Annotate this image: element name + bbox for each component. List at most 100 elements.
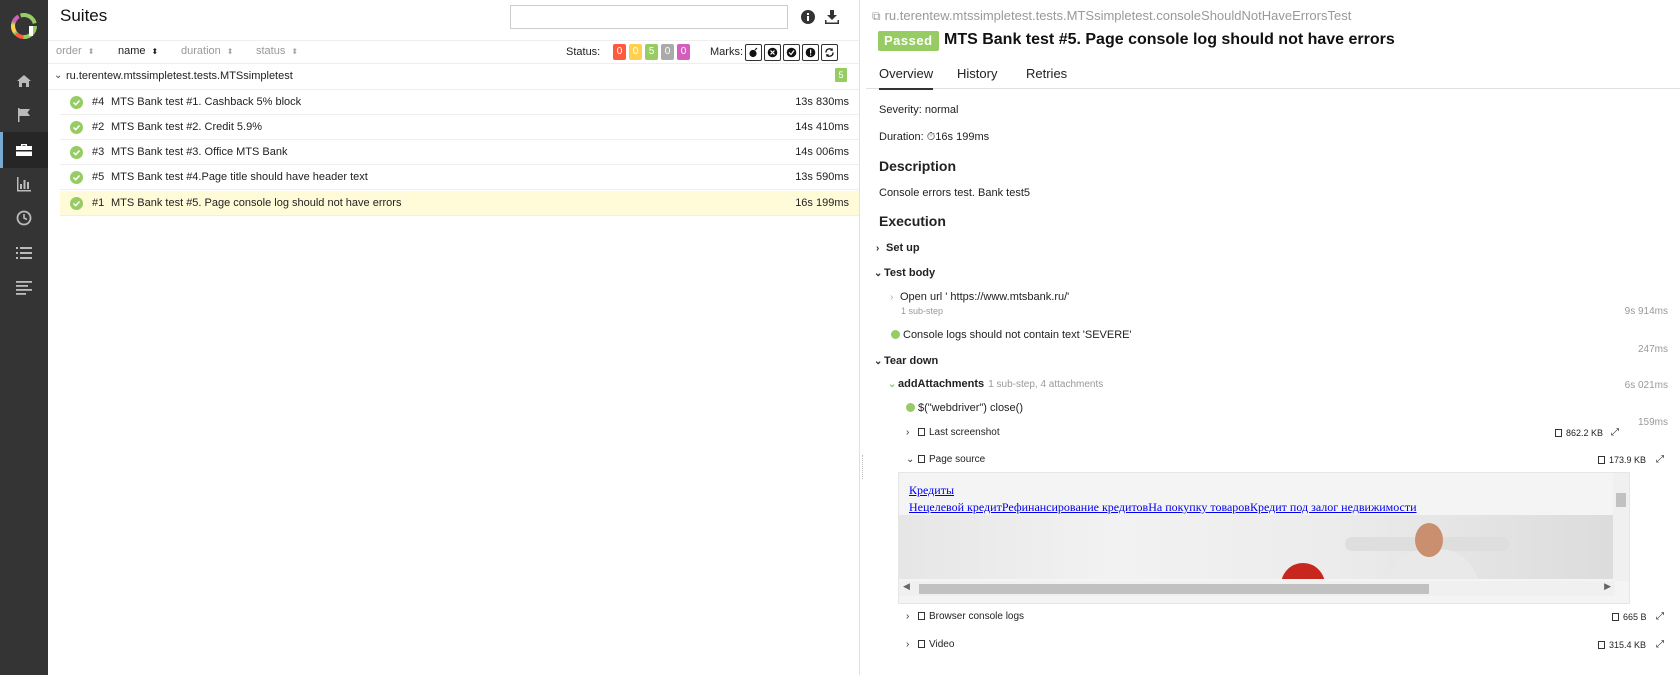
mark-retries-toggle[interactable] (821, 44, 838, 61)
file-icon (918, 455, 925, 463)
suite-group-name: ru.terentew.mtssimpletest.tests.MTSsimpl… (66, 70, 293, 82)
description-text: Console errors test. Bank test5 (879, 187, 1031, 199)
test-name: MTS Bank test #5. Page console log shoul… (111, 197, 402, 209)
save-icon (1612, 613, 1619, 621)
info-icon[interactable] (800, 9, 816, 25)
sort-order[interactable]: order ⬍ (56, 45, 94, 57)
save-icon (1555, 429, 1562, 437)
test-name: MTS Bank test #3. Office MTS Bank (111, 146, 288, 158)
chevron-down-icon: ⌄ (906, 454, 915, 465)
step-add-attachments[interactable]: ⌄ addAttachments 1 sub-step, 4 attachments (888, 378, 1103, 390)
setup-toggle[interactable]: › Set up (876, 242, 920, 254)
test-row-selected[interactable]: #1 MTS Bank test #5. Page console log sh… (60, 191, 859, 216)
test-duration: 14s 410ms (795, 121, 849, 133)
chevron-down-icon: ⌄ (874, 268, 883, 279)
sort-duration[interactable]: duration ⬍ (181, 45, 233, 57)
side-nav (0, 0, 48, 675)
attachment-page-source[interactable]: ⌄ Page source (906, 454, 985, 465)
step-webdriver-close: $("webdriver") close() (906, 402, 1023, 414)
nav-timeline[interactable] (0, 200, 48, 236)
arrow-left-icon[interactable]: ◀ (903, 581, 910, 592)
save-icon (1598, 456, 1605, 464)
test-order: #1 (92, 197, 105, 209)
vertical-scrollbar[interactable] (1613, 473, 1629, 581)
test-name: MTS Bank test #1. Cashback 5% block (111, 96, 302, 108)
nav-categories[interactable] (0, 97, 48, 133)
test-name: MTS Bank test #2. Credit 5.9% (111, 121, 263, 133)
arrow-right-icon[interactable]: ▶ (1604, 581, 1611, 592)
status-broken-toggle[interactable]: 0 (629, 44, 642, 60)
expand-icon[interactable]: ⤢ (1656, 639, 1664, 650)
execution-heading: Execution (879, 213, 946, 229)
passed-check-icon (70, 146, 83, 159)
nav-graphs[interactable] (0, 166, 48, 202)
search-input[interactable] (510, 5, 788, 29)
suite-group-row[interactable]: ⌄ ru.terentew.mtssimpletest.tests.MTSsim… (48, 64, 859, 90)
clock-icon (16, 210, 32, 226)
sort-arrows-icon: ⬍ (226, 47, 234, 56)
test-order: #3 (92, 146, 105, 158)
mark-newbroken-toggle[interactable] (802, 44, 819, 61)
page-source-preview: Кредиты Нецелевой кредитРефинансирование… (898, 472, 1630, 604)
pane-title: Suites (60, 6, 108, 25)
sort-status[interactable]: status ⬍ (256, 45, 298, 57)
tab-retries[interactable]: Retries (1026, 66, 1067, 81)
expand-icon[interactable]: ⤢ (1611, 427, 1619, 438)
sort-bar: order ⬍ name ⬍ duration ⬍ status ⬍ Status: 0… (48, 40, 859, 64)
passed-check-icon (70, 121, 83, 134)
pane-splitter-handle[interactable] (861, 455, 865, 479)
status-failed-toggle[interactable]: 0 (613, 44, 626, 60)
step-duration: 9s 914ms (1624, 306, 1668, 317)
tab-history[interactable]: History (957, 66, 997, 81)
retry-icon (825, 48, 834, 57)
preview-link[interactable]: Нецелевой кредитРефинансирование кредито… (909, 500, 1417, 515)
tab-overview[interactable]: Overview (879, 66, 934, 90)
nav-suites[interactable] (0, 132, 48, 168)
briefcase-icon (16, 144, 32, 156)
allure-report-app: Suites order ⬍ name ⬍ duration ⬍ status ⬍ St… (0, 0, 1680, 675)
nav-behaviors[interactable] (0, 235, 48, 271)
test-body-toggle[interactable]: ⌄ Test body (874, 267, 935, 279)
sort-name[interactable]: name ⬍ (118, 45, 158, 57)
horizontal-scrollbar[interactable]: ◀ ▶ (899, 581, 1615, 596)
new-broken-icon (805, 47, 816, 58)
copy-icon[interactable]: ⧉ (872, 9, 881, 23)
suites-pane: Suites order ⬍ name ⬍ duration ⬍ status ⬍ St… (48, 0, 860, 675)
sort-arrows-icon: ⬍ (151, 47, 159, 56)
expand-icon[interactable]: ⤢ (1656, 454, 1664, 465)
status-skipped-toggle[interactable]: 0 (661, 44, 674, 60)
test-row[interactable]: #4 MTS Bank test #1. Cashback 5% block 1… (60, 90, 859, 115)
status-unknown-toggle[interactable]: 0 (677, 44, 690, 60)
mark-newfailed-toggle[interactable] (764, 44, 781, 61)
test-row[interactable]: #3 MTS Bank test #3. Office MTS Bank 14s… (60, 140, 859, 165)
mark-newpassed-toggle[interactable] (783, 44, 800, 61)
result-tabs: Overview History Retries (866, 60, 1680, 90)
attachment-size: 173.9 KB (1596, 455, 1646, 465)
test-row[interactable]: #5 MTS Bank test #4.Page title should ha… (60, 165, 859, 190)
stopwatch-icon: ⏱ (926, 131, 936, 143)
download-icon[interactable] (824, 9, 840, 25)
sort-arrows-icon: ⬍ (87, 47, 95, 56)
mark-flaky-toggle[interactable] (745, 44, 762, 61)
save-icon (1598, 641, 1605, 649)
test-order: #4 (92, 96, 105, 108)
preview-link[interactable]: Кредиты (909, 483, 954, 498)
attachment-last-screenshot[interactable]: › Last screenshot (906, 427, 1000, 438)
status-passed-toggle[interactable]: 5 (645, 44, 658, 60)
passed-check-icon (906, 403, 915, 412)
test-row[interactable]: #2 MTS Bank test #2. Credit 5.9% 14s 410… (60, 115, 859, 140)
step-open-url[interactable]: › Open url ' https://www.mtsbank.ru/' (890, 291, 1069, 303)
test-duration: 14s 006ms (795, 146, 849, 158)
nav-overview[interactable] (0, 63, 48, 99)
expand-icon[interactable]: ⤢ (1656, 611, 1664, 622)
description-heading: Description (879, 158, 957, 174)
allure-logo-icon[interactable] (10, 12, 38, 40)
chevron-right-icon: › (906, 639, 910, 650)
attachment-browser-console-logs[interactable]: › Browser console logs (906, 611, 1024, 622)
lines-icon (16, 281, 32, 295)
step-duration: 159ms (1637, 417, 1668, 428)
teardown-toggle[interactable]: ⌄ Tear down (874, 355, 938, 367)
nav-packages[interactable] (0, 269, 48, 305)
substep-count: 1 sub-step (901, 306, 944, 316)
attachment-video[interactable]: › Video (906, 639, 954, 650)
